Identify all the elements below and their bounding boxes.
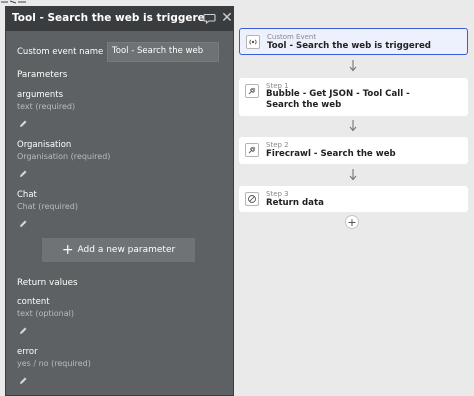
param-type: Chat (required) — [17, 202, 78, 211]
return-values-heading: Return values — [17, 278, 78, 288]
arrow-down-icon — [349, 169, 357, 181]
pencil-icon[interactable] — [18, 219, 28, 229]
comment-icon[interactable] — [203, 12, 216, 25]
plugin-icon — [245, 84, 259, 98]
event-name-label: Custom event name — [17, 47, 104, 57]
card-title: Bubble - Get JSON - Tool Call - Search t… — [266, 89, 410, 110]
card-title: Firecrawl - Search the web — [266, 149, 396, 159]
step-card[interactable]: Step 3 Return data — [239, 186, 468, 212]
param-name: Chat — [17, 190, 37, 200]
card-kind: Custom Event — [267, 33, 317, 41]
return-icon — [245, 192, 259, 206]
add-parameter-label: Add a new parameter — [77, 245, 176, 255]
card-title: Return data — [266, 198, 324, 208]
add-step-button[interactable]: + — [345, 215, 359, 229]
pencil-icon[interactable] — [18, 119, 28, 129]
close-icon[interactable]: ✕ — [220, 10, 234, 26]
pencil-icon[interactable] — [18, 376, 28, 386]
step-card[interactable]: Step 2 Firecrawl - Search the web — [239, 137, 468, 164]
return-value-type: yes / no (required) — [17, 359, 91, 368]
param-type: text (required) — [17, 102, 76, 111]
pencil-icon[interactable] — [18, 169, 28, 179]
return-value-type: text (optional) — [17, 309, 74, 318]
parameters-heading: Parameters — [17, 70, 68, 80]
param-name: Organisation — [17, 140, 72, 150]
event-card[interactable]: Custom Event Tool - Search the web is tr… — [239, 28, 468, 55]
return-value-name: content — [17, 297, 50, 307]
event-name-input[interactable]: Tool - Search the web — [107, 42, 219, 62]
arrow-down-icon — [349, 60, 357, 72]
return-value-name: error — [17, 347, 38, 357]
step-card[interactable]: Step 1 Bubble - Get JSON - Tool Call - S… — [239, 78, 468, 116]
corner-mark — [1, 0, 26, 4]
card-title: Tool - Search the web is triggered — [267, 41, 431, 51]
plugin-icon — [245, 143, 259, 157]
arrow-down-icon — [349, 120, 357, 132]
pencil-icon[interactable] — [18, 326, 28, 336]
param-type: Organisation (required) — [17, 152, 111, 161]
panel-title: Tool - Search the web is triggere — [12, 12, 205, 24]
broadcast-icon — [246, 35, 260, 49]
event-properties-panel: Tool - Search the web is triggere ✕ Cust… — [5, 6, 234, 396]
add-parameter-button[interactable]: + Add a new parameter — [42, 238, 195, 262]
panel-header: Tool - Search the web is triggere ✕ — [6, 7, 233, 31]
card-kind: Step 3 — [266, 190, 289, 198]
plus-icon: + — [61, 242, 74, 258]
card-kind: Step 2 — [266, 141, 289, 149]
param-name: arguments — [17, 90, 63, 100]
